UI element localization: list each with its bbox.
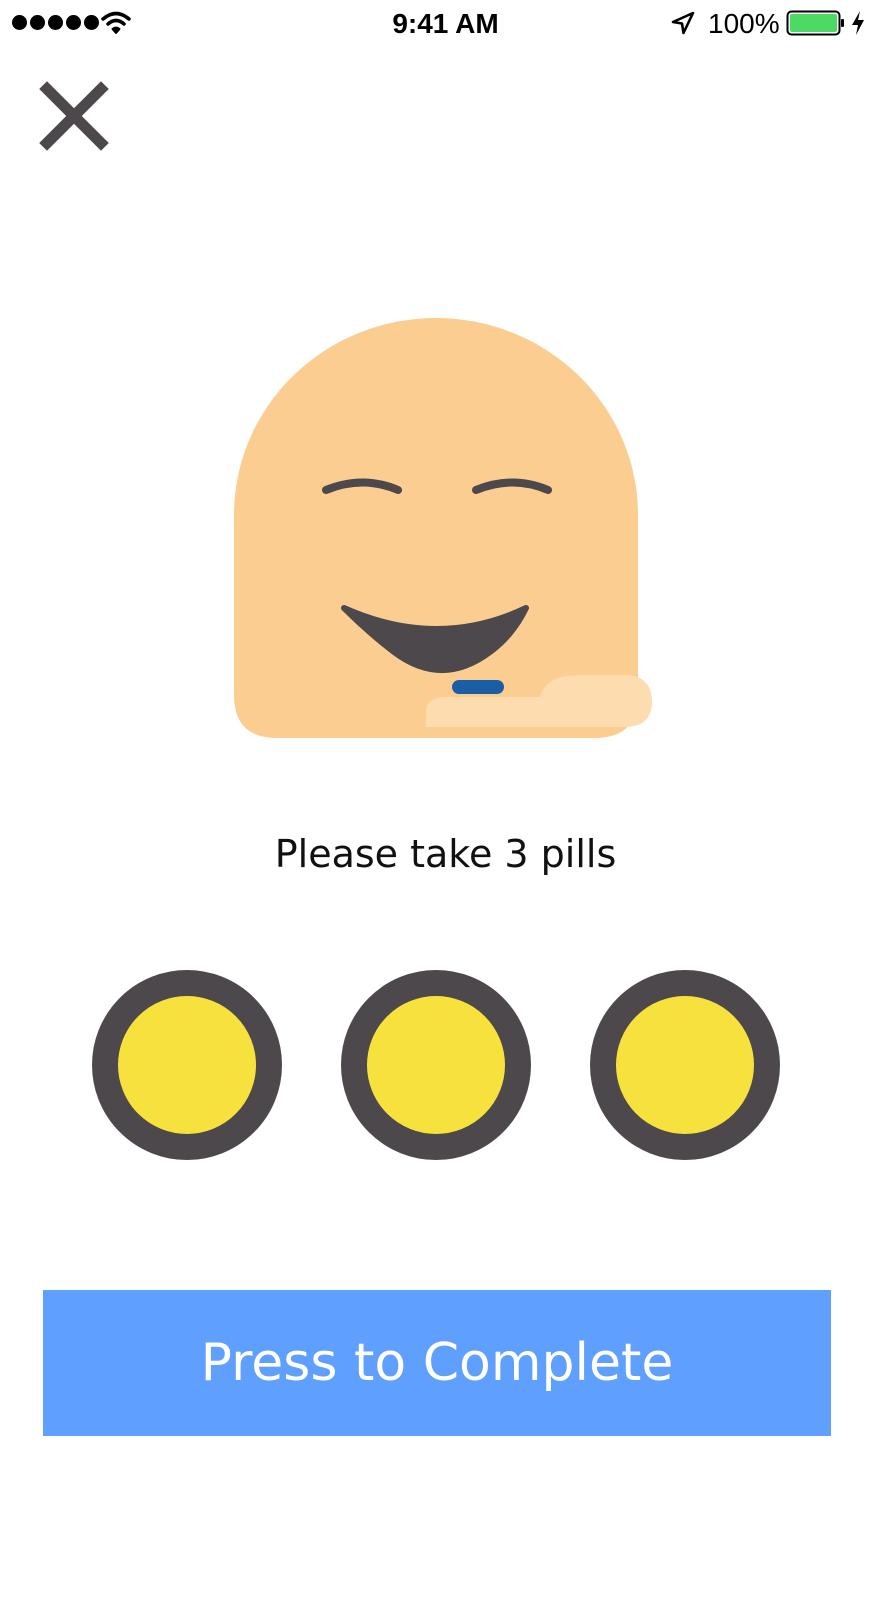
charging-bolt-icon <box>852 11 864 35</box>
status-bar: 9:41 AM 100% <box>0 0 891 48</box>
location-arrow-icon <box>671 11 695 35</box>
pill-button[interactable] <box>92 970 282 1160</box>
battery-icon <box>786 10 844 36</box>
battery-percent: 100% <box>708 8 780 39</box>
instruction-text: Please take 3 pills <box>274 832 617 876</box>
pill-button[interactable] <box>590 970 780 1160</box>
pill-icon <box>452 680 504 694</box>
smiling-face-with-pill-icon <box>234 318 652 738</box>
pill-button[interactable] <box>341 970 531 1160</box>
pill-row <box>0 970 891 1160</box>
close-icon[interactable] <box>38 80 110 152</box>
face-shape <box>234 318 638 738</box>
press-to-complete-button[interactable]: Press to Complete <box>43 1290 831 1436</box>
